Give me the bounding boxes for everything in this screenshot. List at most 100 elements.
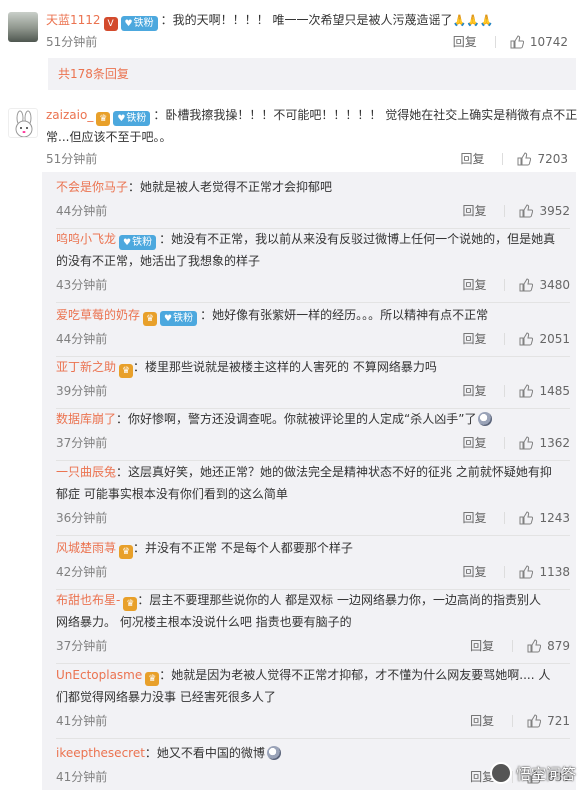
divider [504, 204, 506, 217]
total-replies-link[interactable]: 共178条回复 [48, 58, 576, 90]
reply-text: ：楼里那些说就是被楼主这样的人害死的 不算网络暴力吗 [133, 360, 437, 374]
reply-button[interactable]: 回复 [462, 330, 486, 347]
like-count: 879 [547, 638, 570, 653]
divider [512, 639, 514, 652]
reply-text: ：这层真好笑，她还正常？她的做法完全是精神状态不好的征兆 之前就怀疑她有抑 [116, 465, 552, 479]
thumbs-up-icon[interactable] [527, 713, 542, 728]
reply-actions: 回复 2051 [462, 330, 570, 347]
comment-time: 51分钟前 [46, 152, 98, 166]
reply-username[interactable]: ikeepthesecret [56, 746, 145, 760]
reply-divider [56, 535, 570, 536]
vip-badge-icon: V [103, 17, 118, 31]
reply-username[interactable]: 爱吃草莓的奶存 [56, 308, 140, 322]
reply-actions: 回复 3480 [462, 276, 570, 293]
reply-item: 一只曲辰兔：这层真好笑，她还正常？她的做法完全是精神状态不好的征兆 之前就怀疑她… [56, 461, 570, 531]
reply-time: 44分钟前 [56, 332, 108, 346]
reply-text: ：她就是因为老被人觉得不正常才抑郁，才不懂为什么网友要骂她啊.... 人 [159, 668, 551, 682]
divider [504, 384, 506, 397]
reply-item: 风城楚雨荨 ♛ ：并没有不正常 不是每个人都要那个样子 42分钟前 回复 1138 [56, 537, 570, 585]
reply-button[interactable]: 回复 [462, 563, 486, 580]
vip-badge-icon: ♛ [143, 312, 158, 326]
comment-time: 51分钟前 [46, 35, 98, 49]
reply-actions: 回复 1485 [462, 382, 570, 399]
reply-item: 亚丁新之助 ♛ ：楼里那些说就是被楼主这样的人害死的 不算网络暴力吗 39分钟前 回复 1… [56, 356, 570, 404]
reply-time: 41分钟前 [56, 714, 108, 728]
reply-text-cont: 的没有不正常，她活出了我想象的样子 [56, 254, 261, 268]
vip-badge-icon: ♛ [123, 597, 138, 611]
reply-username[interactable]: 风城楚雨荨 [56, 541, 116, 555]
divider [494, 35, 496, 48]
reply-button[interactable]: 回复 [460, 150, 484, 167]
reply-actions: 回复 1362 [462, 434, 570, 451]
reply-text: ：她没有不正常，我以前从来没有反驳过微博上任何一个说她的，但是她真 [159, 232, 556, 246]
reply-text-cont: 网络暴力。 何况楼主根本没说什么吧 指责也要有脑子的 [56, 615, 352, 629]
like-count: 1362 [539, 435, 570, 450]
reply-time: 42分钟前 [56, 565, 108, 579]
reply-item: 数据库崩了：你好惨啊，警方还没调查呢。你就被评论里的人定成“杀人凶手”了 37分钟… [56, 408, 570, 456]
reply-button[interactable]: 回复 [462, 509, 486, 526]
reply-username[interactable]: 亚丁新之助 [56, 360, 116, 374]
comment-username[interactable]: 天蓝1112 [46, 13, 101, 27]
reply-text: ：她好像有张紫妍一样的经历。。。所以精神有点不正常 [200, 308, 489, 322]
divider [504, 278, 506, 291]
divider [504, 332, 506, 345]
comment-username[interactable]: zaizaio_ [46, 108, 93, 122]
thumbs-up-icon[interactable] [527, 638, 542, 653]
reply-time: 41分钟前 [56, 770, 108, 784]
reply-username[interactable]: 一只曲辰兔 [56, 465, 116, 479]
reply-text: ：你好惨啊，警方还没调查呢。你就被评论里的人定成“杀人凶手”了 [116, 412, 477, 426]
reply-button[interactable]: 回复 [470, 712, 494, 729]
reply-time: 37分钟前 [56, 436, 108, 450]
like-count: 1243 [539, 510, 570, 525]
vip-badge-icon: ♛ [119, 364, 134, 378]
reply-username[interactable]: 数据库崩了 [56, 412, 116, 426]
thumbs-up-icon[interactable] [519, 564, 534, 579]
thumbs-up-icon[interactable] [519, 331, 534, 346]
thumbs-up-icon[interactable] [519, 203, 534, 218]
divider [504, 565, 506, 578]
reply-username[interactable]: 布甜也布星- [56, 593, 120, 607]
reply-username[interactable]: 呜呜小飞龙 [56, 232, 116, 246]
thumbs-up-icon[interactable] [519, 277, 534, 292]
comment-actions: 回复 7203 [460, 150, 568, 167]
reply-time: 36分钟前 [56, 511, 108, 525]
heart-icon: ♥ [164, 314, 173, 324]
comment-text-cont: 常...但应该不至于吧。。 [46, 130, 172, 144]
like-count: 2051 [539, 331, 570, 346]
reply-button[interactable]: 回复 [453, 33, 477, 50]
avatar[interactable] [8, 12, 38, 42]
thumbs-up-icon[interactable] [519, 510, 534, 525]
reply-button[interactable]: 回复 [462, 276, 486, 293]
reply-item: 爱吃草莓的奶存 ♛ ♥铁粉 ：她好像有张紫妍一样的经历。。。所以精神有点不正常 44分钟… [56, 304, 570, 352]
reply-button[interactable]: 回复 [462, 434, 486, 451]
divider [502, 152, 504, 165]
thumbs-up-icon[interactable] [510, 34, 524, 49]
pray-emoji-icon: 🙏🙏🙏 [452, 14, 494, 27]
vip-badge-icon: ♛ [96, 112, 111, 126]
watermark: 悟空问答 [489, 762, 576, 784]
reply-text-cont: 郁症 可能事实根本没有你们看到的这么简单 [56, 487, 288, 501]
heart-icon: ♥ [123, 238, 132, 248]
reply-username[interactable]: UnEctoplasme [56, 668, 142, 682]
reply-text: ：她就是被人老觉得不正常才会抑郁吧 [128, 180, 333, 194]
avatar[interactable] [8, 108, 38, 138]
thumbs-up-icon[interactable] [519, 383, 534, 398]
fan-badge: ♥铁粉 [119, 235, 157, 250]
thumbs-up-icon[interactable] [519, 435, 534, 450]
reply-button[interactable]: 回复 [462, 202, 486, 219]
reply-item: UnEctoplasme ♛ ：她就是因为老被人觉得不正常才抑郁，才不懂为什么网友要… [56, 664, 570, 734]
reply-actions: 回复 1138 [462, 563, 570, 580]
thumbs-up-icon[interactable] [517, 151, 532, 166]
vip-badge-icon: ♛ [145, 672, 160, 686]
like-count: 1138 [539, 564, 570, 579]
reply-text: ：她又不看中国的微博 [144, 746, 265, 760]
divider [504, 436, 506, 449]
reply-time: 43分钟前 [56, 278, 108, 292]
divider [512, 714, 514, 727]
reply-actions: 回复 3952 [462, 202, 570, 219]
reply-username[interactable]: 不会是你马子 [56, 180, 128, 194]
heart-icon: ♥ [117, 114, 126, 124]
reply-button[interactable]: 回复 [462, 382, 486, 399]
reply-button[interactable]: 回复 [470, 637, 494, 654]
reply-item: 不会是你马子：她就是被人老觉得不正常才会抑郁吧 44分钟前 回复 3952 [56, 176, 570, 224]
